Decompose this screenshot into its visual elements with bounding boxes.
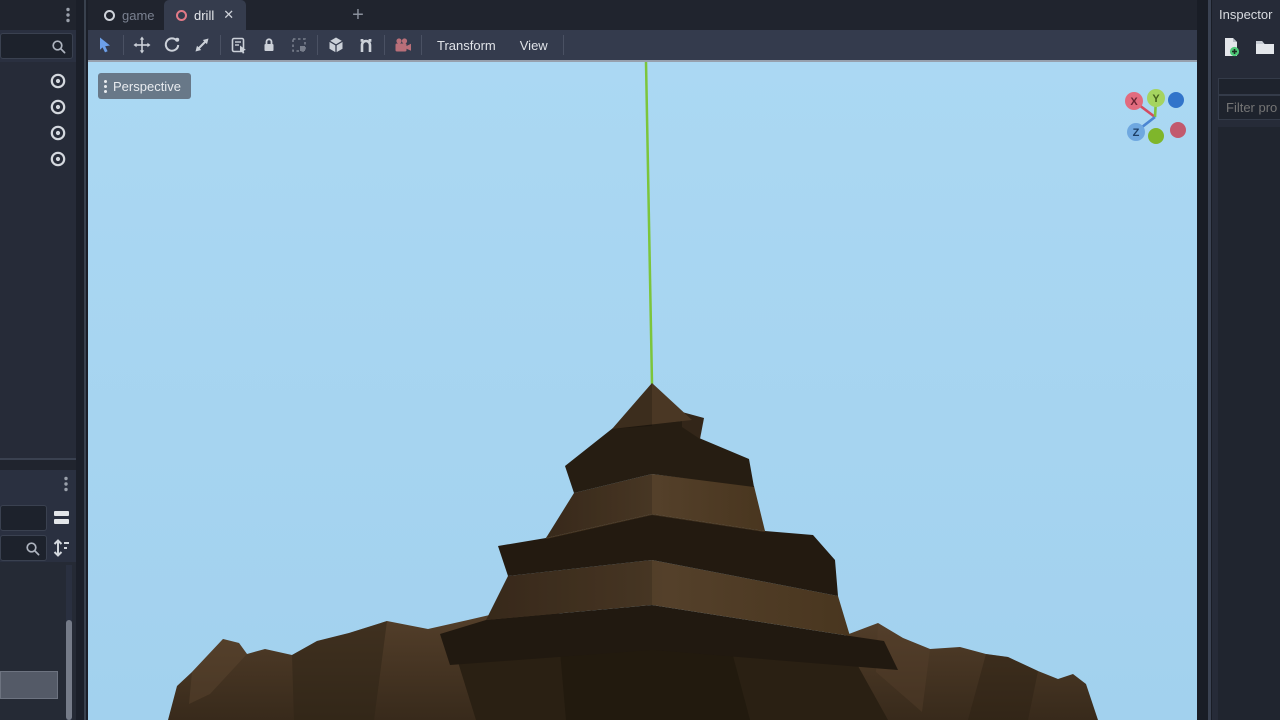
eye-icon xyxy=(50,151,66,167)
new-scene-tab-button[interactable]: + xyxy=(346,2,370,28)
lock-button[interactable] xyxy=(254,32,284,58)
inspector-title: Inspector xyxy=(1219,7,1273,22)
viewport-3d[interactable]: Perspective X Y Z xyxy=(88,62,1197,720)
folder-icon xyxy=(1256,41,1274,54)
visibility-toggle[interactable] xyxy=(48,123,68,143)
toolbar-separator xyxy=(421,35,422,55)
magnet-icon xyxy=(360,39,372,52)
local-space-button[interactable] xyxy=(321,32,351,58)
eye-icon xyxy=(50,125,66,141)
axis-x-label: X xyxy=(1130,96,1138,108)
select-mode-button[interactable] xyxy=(90,32,120,58)
axis-y-label: Y xyxy=(1152,93,1160,105)
viewport-menu-icon xyxy=(104,79,107,93)
toolbar-separator xyxy=(220,35,221,55)
scene-icon xyxy=(176,9,187,21)
search-icon xyxy=(52,40,66,54)
visibility-toggle[interactable] xyxy=(48,97,68,117)
group-icon xyxy=(292,38,306,52)
godot-editor-window: game drill ✕ + Transform View Perspectiv… xyxy=(0,0,1280,720)
tab-label: drill xyxy=(194,7,215,23)
spatial-toolbar: Transform View xyxy=(88,30,1197,62)
close-tab-icon[interactable]: ✕ xyxy=(223,7,234,23)
scale-icon xyxy=(195,38,209,52)
selection-axis-line xyxy=(644,62,654,385)
camera-preview-button[interactable] xyxy=(388,32,418,58)
scene-tab-bar: game drill ✕ + xyxy=(88,0,1280,30)
scene-icon xyxy=(104,9,115,21)
rotate-mode-button[interactable] xyxy=(157,32,187,58)
tab-game[interactable]: game xyxy=(92,0,167,30)
scene-dock-header xyxy=(0,0,76,30)
scale-mode-button[interactable] xyxy=(187,32,217,58)
scene-render xyxy=(168,62,1098,720)
toolbar-separator xyxy=(123,35,124,55)
left-dock-splitter[interactable] xyxy=(76,0,88,720)
file-list-panel xyxy=(0,562,76,720)
move-icon xyxy=(133,36,151,54)
scene-filter-input[interactable] xyxy=(0,33,73,59)
projection-label: Perspective xyxy=(113,78,181,94)
eye-icon xyxy=(50,73,66,89)
axis-negative-y-ball[interactable] xyxy=(1148,128,1164,144)
filesystem-path-input[interactable] xyxy=(0,505,47,531)
cube-icon xyxy=(329,37,343,53)
search-icon xyxy=(26,542,40,556)
left-dock-splitter-line xyxy=(84,0,86,720)
rotate-icon xyxy=(164,37,180,52)
scene-tree-panel xyxy=(0,62,76,460)
eye-icon xyxy=(50,99,66,115)
visibility-toggle[interactable] xyxy=(48,149,68,169)
inspector-dock: Inspector xyxy=(1212,0,1280,720)
tab-label: game xyxy=(122,7,155,23)
split-mode-icon xyxy=(54,511,69,524)
lock-icon xyxy=(264,38,274,51)
new-resource-button[interactable] xyxy=(1220,36,1242,58)
scrollbar-thumb[interactable] xyxy=(66,620,72,720)
filesystem-filter-input[interactable] xyxy=(0,535,47,561)
file-sort-button[interactable] xyxy=(50,536,74,560)
toolbar-separator xyxy=(562,35,564,55)
dock-menu-icon[interactable] xyxy=(62,7,74,23)
toggle-split-mode-button[interactable] xyxy=(50,506,74,530)
selected-file-item[interactable] xyxy=(0,671,58,699)
visibility-toggle[interactable] xyxy=(48,71,68,91)
axis-gizmo[interactable]: X Y Z xyxy=(1108,76,1194,148)
film-camera-icon xyxy=(395,38,411,52)
load-resource-button[interactable] xyxy=(1254,36,1276,58)
list-select-icon xyxy=(231,37,246,54)
filter-properties-input[interactable] xyxy=(1219,96,1280,115)
right-dock-splitter-line xyxy=(1208,0,1211,720)
new-resource-icon xyxy=(1225,38,1240,57)
tab-drill[interactable]: drill ✕ xyxy=(164,0,247,30)
toolbar-separator xyxy=(317,35,318,55)
axis-negative-z-ball[interactable] xyxy=(1168,92,1184,108)
mountain-shadow xyxy=(292,621,387,720)
filesystem-dock-header xyxy=(0,470,76,562)
projection-menu[interactable]: Perspective xyxy=(98,73,191,99)
filter-properties-field[interactable] xyxy=(1218,95,1280,120)
toolbar-separator xyxy=(384,35,385,55)
resource-name-bar[interactable] xyxy=(1218,78,1280,95)
sort-icon xyxy=(53,539,69,557)
axis-z-label: Z xyxy=(1133,127,1140,139)
axis-negative-x-ball[interactable] xyxy=(1170,122,1186,138)
list-select-button[interactable] xyxy=(224,32,254,58)
inspector-content xyxy=(1218,127,1280,720)
drill-cone-shade xyxy=(612,383,652,429)
dock-divider[interactable] xyxy=(0,460,76,470)
cursor-arrow-icon xyxy=(100,37,110,53)
dock-menu-icon[interactable] xyxy=(60,476,72,492)
scene-filter-bar xyxy=(0,30,76,62)
transform-menu[interactable]: Transform xyxy=(425,32,508,58)
snap-toggle-button[interactable] xyxy=(351,32,381,58)
move-mode-button[interactable] xyxy=(127,32,157,58)
group-button[interactable] xyxy=(284,32,314,58)
view-menu[interactable]: View xyxy=(508,32,560,58)
